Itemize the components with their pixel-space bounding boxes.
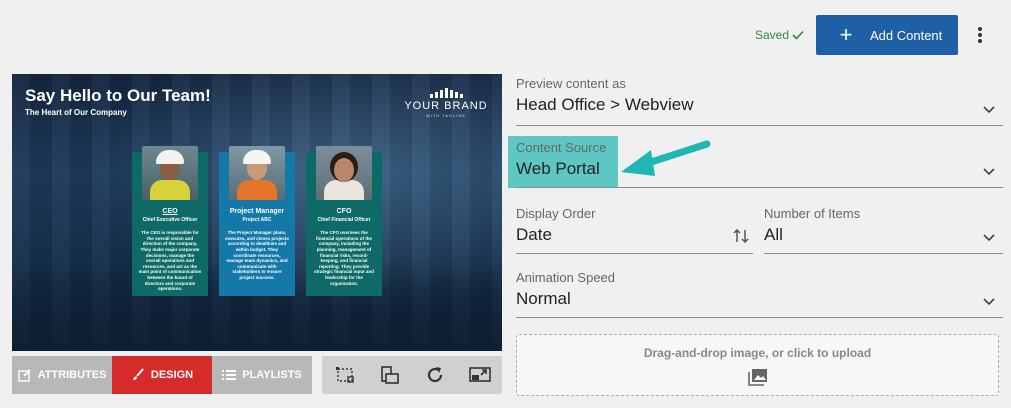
preview-as-label: Preview content as [516, 76, 626, 91]
animation-speed-label: Animation Speed [516, 270, 616, 285]
card-subrole: Project ABC [242, 217, 272, 223]
annotation-arrow-icon [621, 140, 711, 176]
chevron-down-icon [983, 168, 995, 176]
tab-attributes-label: ATTRIBUTES [37, 369, 107, 381]
card-description: The Project Manager plans, executes, and… [225, 230, 289, 280]
team-card-ceo: CEO Chief Executive Officer The CEO is r… [132, 146, 208, 296]
card-role: Project Manager [229, 208, 285, 215]
content-source-value: Web Portal [516, 159, 600, 178]
display-order-label: Display Order [516, 206, 596, 221]
tab-playlists-label: PLAYLISTS [242, 369, 302, 381]
brand-logo: YOUR BRAND WITH TAGLINE [400, 88, 492, 118]
card-description: The CEO is responsible for the overall v… [138, 230, 202, 292]
team-photo [316, 146, 372, 200]
editor-tabs: ATTRIBUTES DESIGN PLAYLISTS [12, 356, 312, 394]
plus-icon: + [839, 22, 853, 47]
list-icon [222, 370, 237, 380]
number-of-items-label: Number of Items [764, 206, 861, 221]
chevron-down-icon [983, 298, 995, 306]
add-content-label: Add Content [870, 27, 943, 43]
refresh-icon [427, 367, 442, 383]
more-options-icon[interactable] [972, 24, 988, 46]
chevron-down-icon [983, 106, 995, 114]
preview-tools [322, 356, 502, 394]
animation-speed-value: Normal [516, 289, 571, 308]
image-upload-dropzone[interactable]: Drag-and-drop image, or click to upload [516, 334, 999, 396]
preview-title: Say Hello to Our Team! [25, 86, 211, 105]
preview-subtitle: The Heart of Our Company [25, 108, 127, 117]
sort-icon[interactable] [733, 228, 749, 244]
image-icon [747, 369, 767, 386]
add-content-button[interactable]: + Add Content [816, 15, 958, 55]
cast-icon [468, 367, 491, 382]
content-preview: Say Hello to Our Team! The Heart of Our … [12, 74, 502, 351]
team-card-cfo: CFO Chief Financial Officer The CFO over… [306, 146, 382, 296]
team-card-project-manager: Project Manager Project ABC The Project … [219, 146, 295, 296]
card-subrole: Chief Financial Officer [317, 217, 371, 223]
saved-label: Saved [755, 28, 790, 42]
cast-button[interactable] [457, 356, 502, 394]
crop-frame-button[interactable] [322, 356, 367, 394]
preview-as-field[interactable]: Preview content as Head Office > Webview [516, 76, 1003, 126]
display-order-field[interactable]: Display Order Date [516, 206, 753, 254]
preview-as-value: Head Office > Webview [516, 95, 694, 114]
number-of-items-value: All [764, 225, 783, 244]
content-source-label: Content Source [516, 140, 607, 155]
saved-status: Saved [755, 28, 804, 42]
card-role: CEO [162, 208, 178, 215]
checkmark-icon [792, 30, 804, 40]
team-photo [142, 146, 198, 200]
card-subrole: Chief Executive Officer [142, 217, 198, 223]
card-description: The CFO oversees the financial operation… [314, 230, 374, 286]
card-role: CFO [336, 208, 352, 215]
resize-icon [380, 366, 399, 384]
animation-speed-field[interactable]: Animation Speed Normal [516, 270, 1003, 318]
crop-frame-icon [335, 367, 354, 383]
team-photo [229, 146, 285, 200]
chevron-down-icon [983, 234, 995, 242]
tab-design[interactable]: DESIGN [112, 356, 212, 394]
number-of-items-field[interactable]: Number of Items All [764, 206, 1003, 254]
display-order-value: Date [516, 225, 552, 244]
tab-attributes[interactable]: ATTRIBUTES [12, 356, 112, 394]
resize-button[interactable] [367, 356, 412, 394]
brush-icon [132, 368, 144, 380]
refresh-button[interactable] [412, 356, 457, 394]
tab-playlists[interactable]: PLAYLISTS [212, 356, 312, 394]
tab-design-label: DESIGN [150, 369, 194, 381]
edit-icon [17, 369, 31, 382]
content-source-field[interactable]: Content Source Web Portal [508, 136, 1003, 188]
upload-label: Drag-and-drop image, or click to upload [643, 346, 872, 360]
